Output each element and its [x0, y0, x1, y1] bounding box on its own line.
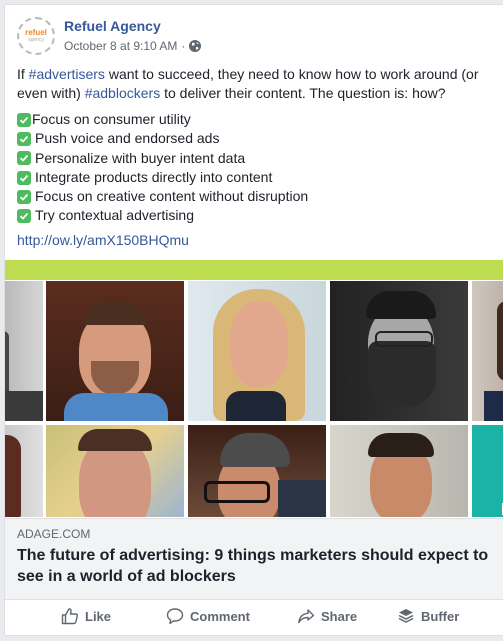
buffer-button[interactable]: Buffer — [397, 607, 459, 625]
photo-tile — [330, 425, 468, 517]
thumbs-up-icon — [61, 608, 79, 625]
photo-tile — [472, 281, 503, 421]
checklist-item: Personalize with buyer intent data — [17, 149, 308, 168]
check-mark-icon — [17, 189, 31, 204]
preview-image[interactable] — [5, 281, 503, 517]
post-text: If #advertisers want to succeed, they ne… — [17, 65, 497, 103]
check-mark-icon — [17, 112, 31, 127]
comment-button[interactable]: Comment — [166, 607, 250, 625]
hashtag-advertisers-link[interactable]: #advertisers — [29, 66, 105, 82]
checklist-item-text: Integrate products directly into content — [35, 168, 273, 185]
checklist-item: Integrate products directly into content — [17, 168, 308, 187]
checklist-item: Focus on creative content without disrup… — [17, 187, 308, 206]
action-bar: Like Comment Share Buffer — [5, 599, 503, 635]
photo-tile — [46, 281, 184, 421]
check-mark-icon — [17, 151, 31, 166]
preview-accent-bar[interactable] — [5, 260, 503, 280]
post-card: refuel agency Refuel Agency October 8 at… — [4, 4, 503, 636]
checklist-item-text: Focus on consumer utility — [32, 111, 191, 127]
share-label: Share — [321, 608, 358, 624]
post-text-segment: to deliver their content. The question i… — [160, 85, 446, 101]
avatar-logo-text: refuel — [25, 28, 47, 37]
check-mark-icon — [17, 131, 31, 146]
photo-tile — [5, 425, 43, 517]
post-text-segment: If — [17, 66, 29, 82]
checklist-item: Focus on consumer utility — [17, 110, 308, 129]
checklist-item: Try contextual advertising — [17, 206, 308, 225]
like-button[interactable]: Like — [61, 607, 111, 625]
photo-tile — [188, 425, 326, 517]
photo-tile — [5, 281, 43, 421]
comment-icon — [166, 608, 184, 625]
meta-separator: · — [181, 39, 186, 53]
page-name-link[interactable]: Refuel Agency — [64, 18, 161, 34]
preview-domain: ADAGE.COM — [17, 527, 91, 541]
checklist-item-text: Push voice and endorsed ads — [35, 130, 220, 147]
checklist-item-text: Focus on creative content without disrup… — [35, 188, 309, 205]
checklist-item-text: Personalize with buyer intent data — [35, 149, 246, 166]
preview-headline[interactable]: The future of advertising: 9 things mark… — [17, 545, 497, 587]
checklist-item-text: Try contextual advertising — [35, 207, 194, 224]
checklist-item: Push voice and endorsed ads — [17, 129, 308, 148]
photo-tile — [46, 425, 184, 517]
comment-label: Comment — [190, 608, 250, 624]
checklist: Focus on consumer utility Push voice and… — [17, 110, 308, 226]
avatar-logo-subtext: agency — [27, 37, 45, 43]
buffer-label: Buffer — [421, 608, 460, 624]
hashtag-adblockers-link[interactable]: #adblockers — [85, 85, 161, 101]
post-timestamp[interactable]: October 8 at 9:10 AM — [64, 39, 177, 53]
check-mark-icon — [17, 170, 31, 185]
post-meta: October 8 at 9:10 AM · — [64, 39, 202, 53]
share-icon — [298, 609, 315, 624]
link-preview[interactable]: ADAGE.COM The future of advertising: 9 t… — [5, 518, 503, 600]
photo-tile — [472, 425, 503, 517]
post-link[interactable]: http://ow.ly/amX150BHQmu — [17, 232, 189, 248]
share-button[interactable]: Share — [297, 607, 357, 625]
buffer-icon — [398, 609, 414, 623]
photo-tile — [330, 281, 468, 421]
check-mark-icon — [17, 209, 31, 224]
photo-tile — [188, 281, 326, 421]
globe-icon[interactable] — [189, 40, 202, 52]
like-label: Like — [85, 608, 112, 624]
page-avatar[interactable]: refuel agency — [17, 17, 55, 55]
